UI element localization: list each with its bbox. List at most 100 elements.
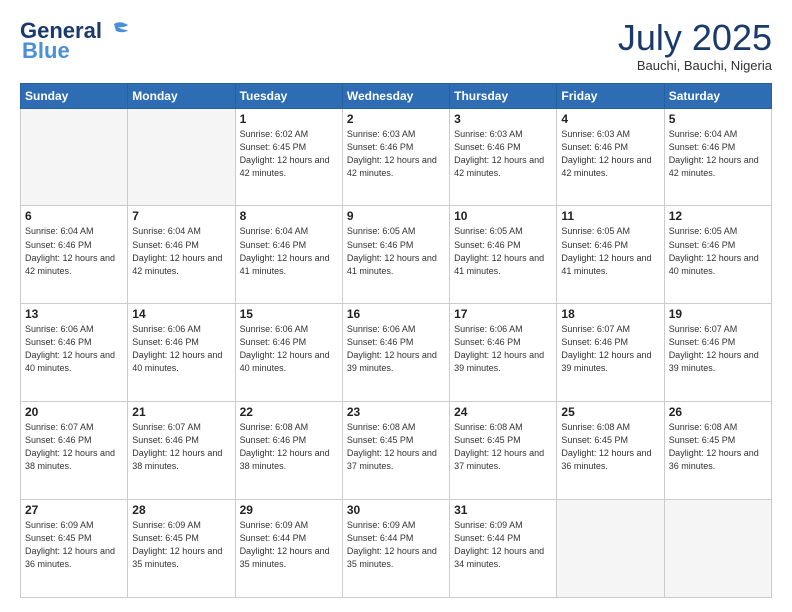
table-row: 25 Sunrise: 6:08 AMSunset: 6:45 PMDayligh… (557, 402, 664, 500)
table-row: 20Sunrise: 6:07 AMSunset: 6:46 PMDayligh… (21, 402, 128, 500)
day-number: 10 (454, 209, 552, 223)
calendar-header-row: Sunday Monday Tuesday Wednesday Thursday… (21, 83, 772, 108)
day-info: Sunrise: 6:03 AMSunset: 6:46 PMDaylight:… (454, 128, 552, 180)
table-row: 6Sunrise: 6:04 AMSunset: 6:46 PMDaylight… (21, 206, 128, 304)
table-row: 9Sunrise: 6:05 AMSunset: 6:46 PMDaylight… (342, 206, 449, 304)
table-row: 17 Sunrise: 6:06 AMSunset: 6:46 PMDayligh… (450, 304, 557, 402)
day-info: Sunrise: 6:04 AMSunset: 6:46 PMDaylight:… (669, 128, 767, 180)
col-friday: Friday (557, 83, 664, 108)
day-info: Sunrise: 6:08 AMSunset: 6:45 PMDaylight:… (347, 421, 445, 473)
day-number: 5 (669, 112, 767, 126)
calendar-week-row: 27 Sunrise: 6:09 AMSunset: 6:45 PMDayligh… (21, 500, 772, 598)
day-info: Sunrise: 6:04 AMSunset: 6:46 PMDaylight:… (240, 225, 338, 277)
day-number: 12 (669, 209, 767, 223)
day-number: 1 (240, 112, 338, 126)
col-sunday: Sunday (21, 83, 128, 108)
table-row: 22Sunrise: 6:08 AMSunset: 6:46 PMDayligh… (235, 402, 342, 500)
table-row: 7 Sunrise: 6:04 AMSunset: 6:46 PMDaylight… (128, 206, 235, 304)
day-info: Sunrise: 6:08 AMSunset: 6:45 PMDaylight:… (669, 421, 767, 473)
logo-bird-icon (104, 20, 132, 42)
day-number: 6 (25, 209, 123, 223)
table-row: 19 Sunrise: 6:07 AMSunset: 6:46 PMDayligh… (664, 304, 771, 402)
table-row (128, 108, 235, 206)
day-number: 16 (347, 307, 445, 321)
day-number: 27 (25, 503, 123, 517)
day-info: Sunrise: 6:07 AMSunset: 6:46 PMDaylight:… (132, 421, 230, 473)
table-row: 8 Sunrise: 6:04 AMSunset: 6:46 PMDaylight… (235, 206, 342, 304)
table-row: 12 Sunrise: 6:05 AMSunset: 6:46 PMDayligh… (664, 206, 771, 304)
table-row: 18Sunrise: 6:07 AMSunset: 6:46 PMDayligh… (557, 304, 664, 402)
day-number: 29 (240, 503, 338, 517)
day-number: 28 (132, 503, 230, 517)
month-title: July 2025 (618, 18, 772, 58)
table-row: 11 Sunrise: 6:05 AMSunset: 6:46 PMDayligh… (557, 206, 664, 304)
day-info: Sunrise: 6:08 AMSunset: 6:45 PMDaylight:… (561, 421, 659, 473)
day-info: Sunrise: 6:09 AMSunset: 6:45 PMDaylight:… (25, 519, 123, 571)
day-info: Sunrise: 6:06 AMSunset: 6:46 PMDaylight:… (132, 323, 230, 375)
logo: General Blue (20, 18, 132, 64)
title-block: July 2025 Bauchi, Bauchi, Nigeria (618, 18, 772, 73)
day-number: 7 (132, 209, 230, 223)
day-number: 19 (669, 307, 767, 321)
calendar-week-row: 20 Sunrise: 6:07 AMSunset: 6:46 PMDayligh… (21, 402, 772, 500)
day-number: 17 (454, 307, 552, 321)
day-number: 21 (132, 405, 230, 419)
day-info: Sunrise: 6:08 AMSunset: 6:45 PMDaylight:… (454, 421, 552, 473)
logo-blue-text: Blue (22, 38, 70, 64)
table-row: 23Sunrise: 6:08 AMSunset: 6:45 PMDayligh… (342, 402, 449, 500)
day-info: Sunrise: 6:09 AMSunset: 6:45 PMDaylight:… (132, 519, 230, 571)
table-row: 28 Sunrise: 6:09 AMSunset: 6:45 PMDayligh… (128, 500, 235, 598)
day-number: 2 (347, 112, 445, 126)
day-number: 3 (454, 112, 552, 126)
col-tuesday: Tuesday (235, 83, 342, 108)
day-number: 24 (454, 405, 552, 419)
table-row: 29 Sunrise: 6:09 AMSunset: 6:44 PMDayligh… (235, 500, 342, 598)
table-row: 16Sunrise: 6:06 AMSunset: 6:46 PMDayligh… (342, 304, 449, 402)
day-info: Sunrise: 6:09 AMSunset: 6:44 PMDaylight:… (454, 519, 552, 571)
col-thursday: Thursday (450, 83, 557, 108)
day-number: 18 (561, 307, 659, 321)
table-row: 3 Sunrise: 6:03 AMSunset: 6:46 PMDaylight… (450, 108, 557, 206)
table-row: 5 Sunrise: 6:04 AMSunset: 6:46 PMDaylight… (664, 108, 771, 206)
day-number: 20 (25, 405, 123, 419)
table-row (557, 500, 664, 598)
table-row (21, 108, 128, 206)
day-number: 9 (347, 209, 445, 223)
calendar-body: 1 Sunrise: 6:02 AMSunset: 6:45 PMDaylight… (21, 108, 772, 597)
calendar-table: Sunday Monday Tuesday Wednesday Thursday… (20, 83, 772, 598)
day-info: Sunrise: 6:05 AMSunset: 6:46 PMDaylight:… (669, 225, 767, 277)
day-number: 25 (561, 405, 659, 419)
day-number: 14 (132, 307, 230, 321)
day-info: Sunrise: 6:09 AMSunset: 6:44 PMDaylight:… (240, 519, 338, 571)
day-number: 4 (561, 112, 659, 126)
day-info: Sunrise: 6:06 AMSunset: 6:46 PMDaylight:… (240, 323, 338, 375)
table-row: 14 Sunrise: 6:06 AMSunset: 6:46 PMDayligh… (128, 304, 235, 402)
table-row: 1 Sunrise: 6:02 AMSunset: 6:45 PMDaylight… (235, 108, 342, 206)
day-info: Sunrise: 6:05 AMSunset: 6:46 PMDaylight:… (561, 225, 659, 277)
day-info: Sunrise: 6:04 AMSunset: 6:46 PMDaylight:… (132, 225, 230, 277)
calendar-week-row: 6 Sunrise: 6:04 AMSunset: 6:46 PMDaylight… (21, 206, 772, 304)
col-wednesday: Wednesday (342, 83, 449, 108)
table-row: 24 Sunrise: 6:08 AMSunset: 6:45 PMDayligh… (450, 402, 557, 500)
table-row: 4Sunrise: 6:03 AMSunset: 6:46 PMDaylight… (557, 108, 664, 206)
table-row: 21 Sunrise: 6:07 AMSunset: 6:46 PMDayligh… (128, 402, 235, 500)
table-row: 15Sunrise: 6:06 AMSunset: 6:46 PMDayligh… (235, 304, 342, 402)
day-number: 11 (561, 209, 659, 223)
day-info: Sunrise: 6:06 AMSunset: 6:46 PMDaylight:… (454, 323, 552, 375)
day-info: Sunrise: 6:06 AMSunset: 6:46 PMDaylight:… (25, 323, 123, 375)
day-number: 31 (454, 503, 552, 517)
day-info: Sunrise: 6:09 AMSunset: 6:44 PMDaylight:… (347, 519, 445, 571)
table-row: 26Sunrise: 6:08 AMSunset: 6:45 PMDayligh… (664, 402, 771, 500)
day-number: 8 (240, 209, 338, 223)
table-row (664, 500, 771, 598)
col-saturday: Saturday (664, 83, 771, 108)
col-monday: Monday (128, 83, 235, 108)
table-row: 10Sunrise: 6:05 AMSunset: 6:46 PMDayligh… (450, 206, 557, 304)
day-number: 30 (347, 503, 445, 517)
day-info: Sunrise: 6:03 AMSunset: 6:46 PMDaylight:… (347, 128, 445, 180)
day-info: Sunrise: 6:02 AMSunset: 6:45 PMDaylight:… (240, 128, 338, 180)
day-info: Sunrise: 6:07 AMSunset: 6:46 PMDaylight:… (669, 323, 767, 375)
day-info: Sunrise: 6:08 AMSunset: 6:46 PMDaylight:… (240, 421, 338, 473)
table-row: 13Sunrise: 6:06 AMSunset: 6:46 PMDayligh… (21, 304, 128, 402)
table-row: 31 Sunrise: 6:09 AMSunset: 6:44 PMDayligh… (450, 500, 557, 598)
